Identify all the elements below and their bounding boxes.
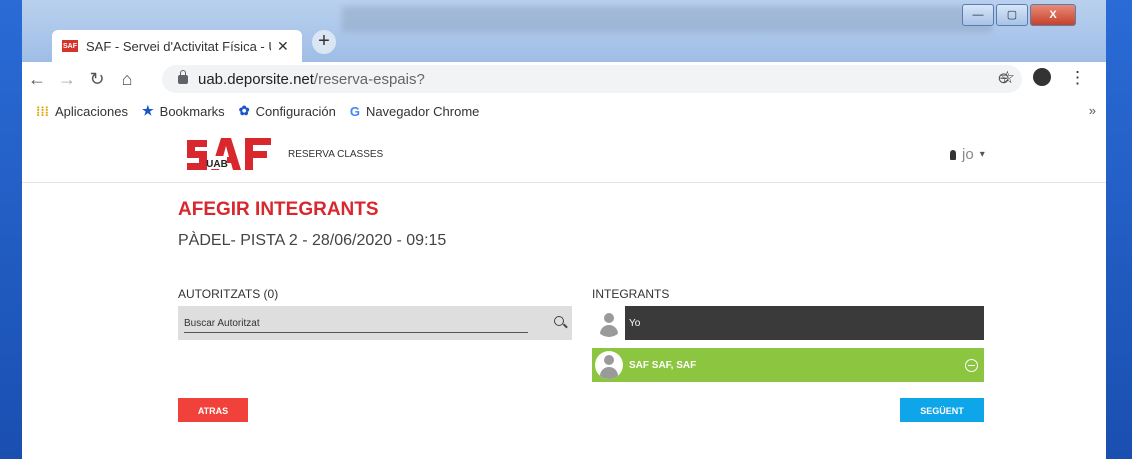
url-path: /reserva-espais? (313, 70, 425, 88)
bookmark-apps[interactable]: ⁞⁞⁞ Aplicaciones (36, 104, 128, 119)
address-bar[interactable]: uab.deporsite.net/reserva-espais? ⊖ (162, 65, 1022, 93)
user-menu[interactable]: jo ▾ (950, 146, 985, 163)
menu-kebab-icon[interactable]: ⋮ (1069, 68, 1086, 88)
member-name: Yo (629, 317, 641, 329)
search-input[interactable] (184, 314, 528, 333)
avatar (595, 351, 623, 379)
browser-toolbar: ← → ↻ ⌂ uab.deporsite.net/reserva-espais… (22, 62, 1106, 96)
gear-icon: ✿ (238, 103, 250, 118)
user-name: jo (962, 146, 974, 163)
profile-avatar-icon[interactable] (1033, 68, 1051, 86)
next-button[interactable]: SEGÜENT (900, 398, 984, 422)
member-row: SAF SAF, SAF (592, 348, 984, 382)
chevron-down-icon: ▾ (979, 149, 985, 160)
back-arrow-icon[interactable]: ← (22, 69, 52, 90)
home-icon[interactable]: ⌂ (112, 69, 142, 90)
remove-member-icon[interactable] (965, 359, 978, 372)
back-button[interactable]: ATRAS (178, 398, 248, 422)
forward-arrow-icon[interactable]: → (52, 69, 82, 90)
google-icon: G (349, 103, 360, 119)
reload-icon[interactable]: ↻ (82, 69, 112, 90)
star-bookmark-icon[interactable]: ☆ (1000, 68, 1015, 88)
bookmark-label: Aplicaciones (55, 103, 128, 119)
bookmarks-overflow-icon[interactable]: » (1089, 103, 1096, 118)
background-window-blur (342, 6, 992, 32)
desktop-edge-right (1106, 0, 1132, 459)
new-tab-button[interactable]: + (312, 30, 336, 54)
site-header: UAB RESERVA CLASSES jo ▾ (22, 126, 1106, 183)
minimize-button[interactable]: — (962, 4, 994, 26)
nav-reserva-classes[interactable]: RESERVA CLASSES (288, 149, 383, 160)
window-controls: — ▢ X (962, 4, 1076, 26)
member-name-cell (625, 306, 984, 340)
bookmark-label: Configuración (255, 103, 336, 119)
search-icon[interactable] (554, 316, 564, 326)
bookmark-label: Navegador Chrome (365, 103, 480, 119)
bookmark-navegador-chrome[interactable]: G Navegador Chrome (350, 104, 480, 119)
desktop-edge-left (0, 0, 22, 459)
tab-title: SAF - Servei d'Activitat Física - Uni (86, 38, 271, 54)
booking-details: PÀDEL- PISTA 2 - 28/06/2020 - 09:15 (178, 232, 447, 249)
apps-grid-icon: ⁞⁞⁞ (36, 103, 49, 119)
maximize-button[interactable]: ▢ (996, 4, 1028, 26)
page-content: UAB RESERVA CLASSES jo ▾ AFEGIR INTEGRAN… (22, 126, 1106, 459)
saf-favicon-icon: SAF (62, 40, 78, 52)
bookmark-label: Bookmarks (159, 103, 225, 119)
lock-icon (178, 69, 188, 84)
toolbar-right: ☆ ⋮ (1000, 68, 1086, 88)
bookmark-configuracion[interactable]: ✿ Configuración (239, 103, 336, 119)
bookmark-bookmarks[interactable]: ★ Bookmarks (142, 103, 225, 119)
bookmarks-bar: ⁞⁞⁞ Aplicaciones ★ Bookmarks ✿ Configura… (22, 96, 1106, 127)
members-label: INTEGRANTS (592, 287, 670, 301)
star-icon: ★ (142, 103, 154, 118)
saf-uab-logo[interactable]: UAB (185, 134, 273, 174)
url-text: uab.deporsite.net/reserva-espais? (198, 71, 425, 88)
authorized-label: AUTORITZATS (0) (178, 287, 279, 301)
browser-titlebar: SAF SAF - Servei d'Activitat Física - Un… (22, 0, 1106, 62)
authorized-search (178, 306, 572, 340)
avatar (595, 309, 623, 337)
browser-tab[interactable]: SAF SAF - Servei d'Activitat Física - Un… (52, 30, 302, 62)
member-row: Yo (592, 306, 984, 340)
member-name: SAF SAF, SAF (629, 359, 697, 371)
url-host: uab.deporsite.net (198, 70, 314, 88)
close-icon[interactable]: ✕ (277, 38, 289, 55)
page-title: AFEGIR INTEGRANTS (178, 199, 379, 220)
logo-sub-text: UAB (206, 159, 228, 170)
window-close-button[interactable]: X (1030, 4, 1076, 26)
user-icon (950, 149, 956, 160)
